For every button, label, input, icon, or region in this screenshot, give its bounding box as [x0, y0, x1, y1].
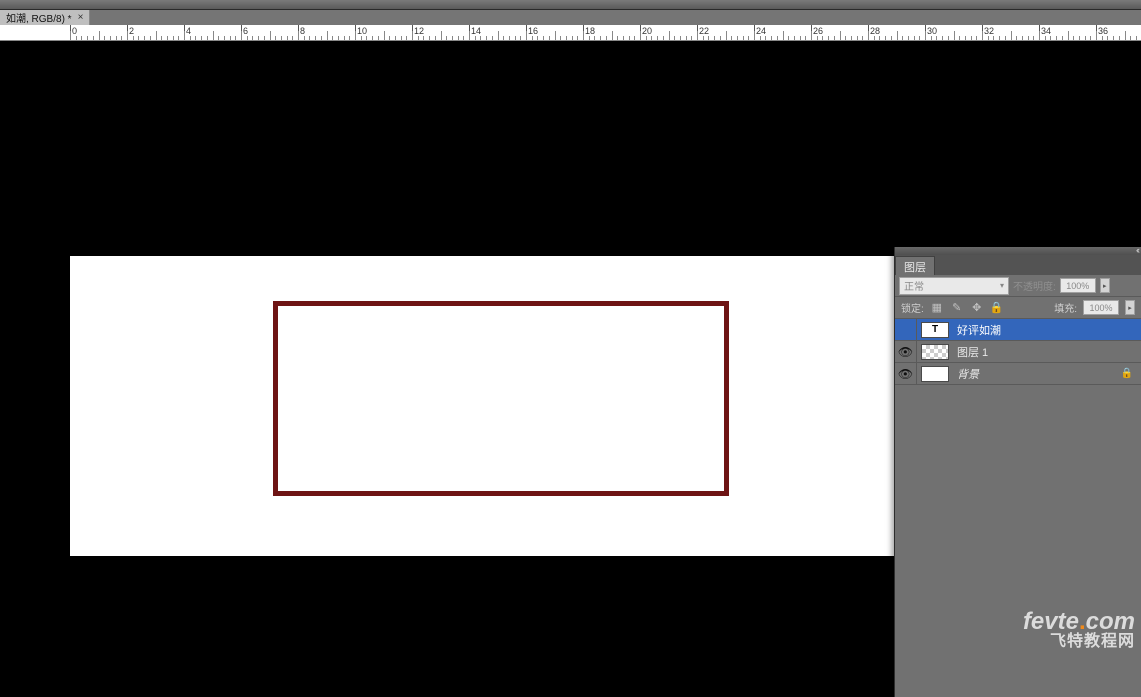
- lock-all-icon[interactable]: 🔒: [990, 301, 1004, 315]
- watermark: fevte.com 飞特教程网: [1023, 610, 1135, 650]
- ruler-tick-label: 20: [642, 26, 652, 36]
- layer-row[interactable]: 👁 图层 1: [895, 341, 1141, 363]
- ruler-tick-label: 36: [1098, 26, 1108, 36]
- layer-row[interactable]: T好评如潮: [895, 319, 1141, 341]
- blend-mode-select[interactable]: 正常 ▾: [899, 277, 1009, 295]
- ruler-tick-label: 6: [243, 26, 248, 36]
- watermark-brand: fevte.com: [1023, 610, 1135, 634]
- watermark-subtitle: 飞特教程网: [1023, 634, 1135, 650]
- layer-list: T好评如潮👁图层 1👁背景🔒: [895, 319, 1141, 385]
- ruler-tick-label: 34: [1041, 26, 1051, 36]
- lock-label: 锁定:: [901, 300, 924, 315]
- visibility-toggle[interactable]: [895, 319, 917, 341]
- ruler-tick-label: 2: [129, 26, 134, 36]
- close-icon[interactable]: ×: [78, 12, 84, 23]
- opacity-stepper[interactable]: ▸: [1100, 278, 1110, 293]
- layer-thumbnail[interactable]: T: [917, 322, 953, 338]
- blend-mode-value: 正常: [904, 278, 924, 293]
- ruler-tick-label: 22: [699, 26, 709, 36]
- canvas-area[interactable]: 图层 正常 ▾ 不透明度: 100% ▸ 锁定: ▦ ✎ ✥ 🔒 填充: 100…: [0, 41, 1141, 656]
- panel-collapse-handle[interactable]: [895, 247, 1141, 255]
- visibility-toggle[interactable]: 👁: [895, 341, 917, 363]
- ruler-tick-label: 12: [414, 26, 424, 36]
- lock-icon: 🔒: [1121, 368, 1133, 379]
- layer-name-label[interactable]: 图层 1: [953, 344, 988, 360]
- ruler-tick-label: 18: [585, 26, 595, 36]
- opacity-field[interactable]: 100%: [1060, 278, 1096, 293]
- ruler-tick-label: 32: [984, 26, 994, 36]
- selection-rectangle[interactable]: [273, 301, 729, 496]
- ruler-tick-label: 10: [357, 26, 367, 36]
- lock-fill-row: 锁定: ▦ ✎ ✥ 🔒 填充: 100% ▸: [895, 297, 1141, 319]
- ruler-tick-label: 8: [300, 26, 305, 36]
- ruler-tick-label: 16: [528, 26, 538, 36]
- layer-row[interactable]: 👁 背景 🔒: [895, 363, 1141, 385]
- lock-pixels-icon[interactable]: ✎: [950, 301, 964, 315]
- app-menubar: [0, 0, 1141, 10]
- ruler-tick-label: 26: [813, 26, 823, 36]
- panel-tab-bar: 图层: [895, 255, 1141, 275]
- document-tab[interactable]: 如潮, RGB/8) * ×: [0, 10, 90, 25]
- ruler-tick-label: 30: [927, 26, 937, 36]
- layer-name-label[interactable]: 好评如潮: [953, 322, 1001, 338]
- lock-position-icon[interactable]: ✥: [970, 301, 984, 315]
- blend-opacity-row: 正常 ▾ 不透明度: 100% ▸: [895, 275, 1141, 297]
- fill-stepper[interactable]: ▸: [1125, 300, 1135, 315]
- document-tab-title: 如潮, RGB/8) *: [6, 10, 72, 25]
- layers-tab[interactable]: 图层: [895, 256, 935, 275]
- ruler-tick-label: 28: [870, 26, 880, 36]
- document-tab-bar: 如潮, RGB/8) * ×: [0, 10, 1141, 25]
- ruler-tick-label: 4: [186, 26, 191, 36]
- ruler-tick-label: 0: [72, 26, 77, 36]
- chevron-down-icon: ▾: [1000, 281, 1004, 290]
- fill-label: 填充:: [1054, 300, 1077, 315]
- layer-thumbnail[interactable]: [917, 344, 953, 360]
- layer-name-label[interactable]: 背景: [953, 366, 979, 382]
- layer-thumbnail[interactable]: [917, 366, 953, 382]
- horizontal-ruler: 024681012141618202224262830323436: [0, 25, 1141, 41]
- ruler-tick-label: 24: [756, 26, 766, 36]
- opacity-label: 不透明度:: [1013, 278, 1056, 293]
- ruler-tick-label: 14: [471, 26, 481, 36]
- document-canvas[interactable]: [70, 256, 898, 556]
- lock-transparency-icon[interactable]: ▦: [930, 301, 944, 315]
- fill-field[interactable]: 100%: [1083, 300, 1119, 315]
- visibility-toggle[interactable]: 👁: [895, 363, 917, 385]
